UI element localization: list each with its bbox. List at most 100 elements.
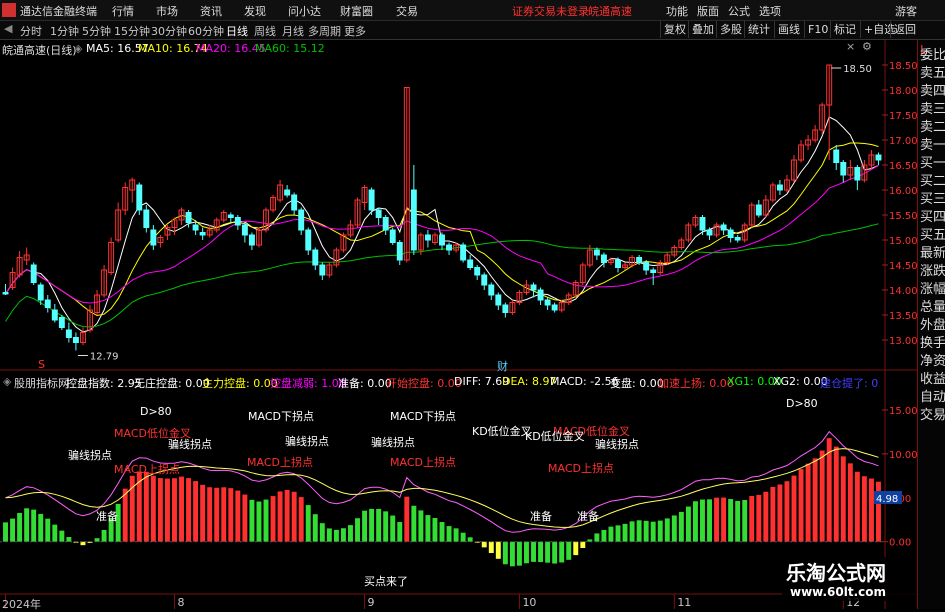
candle-body[interactable] (65, 329, 72, 338)
sidebar-item-earnings[interactable]: 收益 (920, 372, 945, 388)
candle-body[interactable] (833, 149, 840, 163)
menu-banmian[interactable]: 版面 (697, 3, 719, 19)
tab-multi-period[interactable]: 多周期 (308, 23, 341, 39)
tab-fenshi[interactable]: 分时 (20, 23, 42, 39)
sidebar-item-turnover[interactable]: 换手 (920, 336, 945, 352)
candle-body[interactable] (44, 299, 51, 308)
candle-body[interactable] (720, 224, 727, 231)
candle-body[interactable] (199, 232, 206, 236)
sidebar-item-change-pct[interactable]: 涨幅 (920, 282, 945, 298)
candle-body[interactable] (600, 254, 607, 263)
candle-body[interactable] (150, 229, 157, 246)
candle-body[interactable] (319, 264, 326, 276)
sidebar-item-change[interactable]: 涨跌 (920, 264, 945, 280)
candle-body[interactable] (298, 209, 305, 231)
candle-body[interactable] (136, 184, 143, 211)
sidebar-item-buy3[interactable]: 买三 (920, 192, 945, 208)
candle-body[interactable] (227, 214, 234, 218)
sidebar-item-buy1[interactable]: 买一 (920, 156, 945, 172)
sidebar-item-net-asset[interactable]: 净资 (920, 354, 945, 370)
sidebar-item-sell4[interactable]: 卖四 (920, 84, 945, 100)
candle-body[interactable] (734, 237, 741, 241)
sidebar-item-auto[interactable]: 自动 (920, 390, 945, 406)
candle-body[interactable] (241, 224, 248, 236)
candle-body[interactable] (51, 309, 58, 321)
tab-15min[interactable]: 15分钟 (114, 23, 150, 39)
menu-wenxiaoda[interactable]: 问小达 (288, 3, 321, 19)
tab-monthly[interactable]: 月线 (282, 23, 304, 39)
sidebar-item-volume[interactable]: 总量 (920, 300, 945, 316)
overlay-button[interactable]: 叠加 (688, 21, 717, 38)
menu-arrow-icon[interactable]: ◀ (4, 22, 12, 35)
indicator-name[interactable]: 股朋指标网 (14, 375, 69, 391)
candle-body[interactable] (650, 269, 657, 273)
sidebar-item-trade[interactable]: 交易 (920, 408, 945, 424)
sidebar-item-sell2[interactable]: 卖二 (920, 120, 945, 136)
fuquan-button[interactable]: 复权 (660, 21, 689, 38)
candle-body[interactable] (439, 234, 445, 246)
sidebar-item-outer[interactable]: 外盘 (920, 318, 945, 334)
candle-body[interactable] (530, 284, 537, 291)
menu-zixun[interactable]: 资讯 (200, 3, 222, 19)
back-button[interactable]: 返回 (890, 21, 919, 38)
candle-body[interactable] (234, 217, 241, 226)
guest-label[interactable]: 游客 (895, 3, 917, 19)
tab-weekly[interactable]: 周线 (254, 23, 276, 39)
menu-shichang[interactable]: 市场 (156, 3, 178, 19)
candle-body[interactable] (481, 274, 488, 286)
menu-xuanxiang[interactable]: 选项 (759, 3, 781, 19)
candle-body[interactable] (248, 234, 255, 246)
tab-more[interactable]: 更多 (344, 23, 366, 39)
candle-body[interactable] (410, 189, 417, 251)
sidebar-item-sell5[interactable]: 卖五 (920, 66, 945, 82)
sidebar-item-buy5[interactable]: 买五 (920, 228, 945, 244)
menu-hangqing[interactable]: 行情 (112, 3, 134, 19)
sidebar-item-sell1[interactable]: 卖一 (920, 138, 945, 154)
candle-body[interactable] (368, 189, 375, 211)
candle-body[interactable] (593, 249, 600, 256)
candle-body[interactable] (291, 194, 298, 211)
candle-body[interactable] (727, 229, 734, 238)
menu-caifuquan[interactable]: 财富圈 (340, 3, 373, 19)
candle-body[interactable] (382, 217, 389, 231)
stats-button[interactable]: 统计 (744, 21, 773, 38)
candle-body[interactable] (551, 304, 558, 311)
menu-gongneng[interactable]: 功能 (666, 3, 688, 19)
candle-body[interactable] (636, 257, 643, 263)
candle-body[interactable] (192, 224, 199, 231)
tab-30min[interactable]: 30分钟 (151, 23, 187, 39)
candle-body[interactable] (305, 229, 312, 251)
candle-body[interactable] (389, 229, 396, 243)
candle-body[interactable] (854, 167, 861, 181)
candle-body[interactable] (502, 304, 509, 313)
sidebar-item-buy2[interactable]: 买二 (920, 174, 945, 190)
sidebar-item-weibi[interactable]: 委比 (920, 48, 945, 64)
sidebar-item-latest[interactable]: 最新 (920, 246, 945, 262)
candle-body[interactable] (424, 234, 431, 241)
candle-body[interactable] (615, 259, 621, 268)
menu-faxian[interactable]: 发现 (244, 3, 266, 19)
candle-body[interactable] (312, 249, 319, 266)
candle-body[interactable] (544, 299, 551, 306)
candle-body[interactable] (755, 204, 762, 216)
candle-body[interactable] (37, 284, 44, 301)
candle-body[interactable] (474, 267, 481, 276)
indicator-arrow-icon[interactable]: ◈ (3, 375, 11, 388)
sidebar-item-sell3[interactable]: 卖三 (920, 102, 945, 118)
login-warning[interactable]: 证券交易未登录 (512, 3, 589, 19)
tab-60min[interactable]: 60分钟 (188, 23, 224, 39)
candle-body[interactable] (875, 154, 882, 161)
candle-body[interactable] (840, 162, 847, 176)
candle-body[interactable] (467, 259, 474, 268)
draw-line-button[interactable]: 画线 (774, 21, 803, 38)
multi-stock-button[interactable]: 多股 (716, 21, 745, 38)
candle-body[interactable] (537, 289, 544, 301)
tab-5min[interactable]: 5分钟 (82, 23, 111, 39)
tab-1min[interactable]: 1分钟 (50, 23, 79, 39)
candle-body[interactable] (488, 284, 495, 296)
menu-gongshi[interactable]: 公式 (728, 3, 750, 19)
candle-body[interactable] (776, 184, 783, 191)
candle-body[interactable] (375, 209, 382, 218)
mark-button[interactable]: 标记 (830, 21, 859, 38)
candle-body[interactable] (30, 264, 37, 283)
